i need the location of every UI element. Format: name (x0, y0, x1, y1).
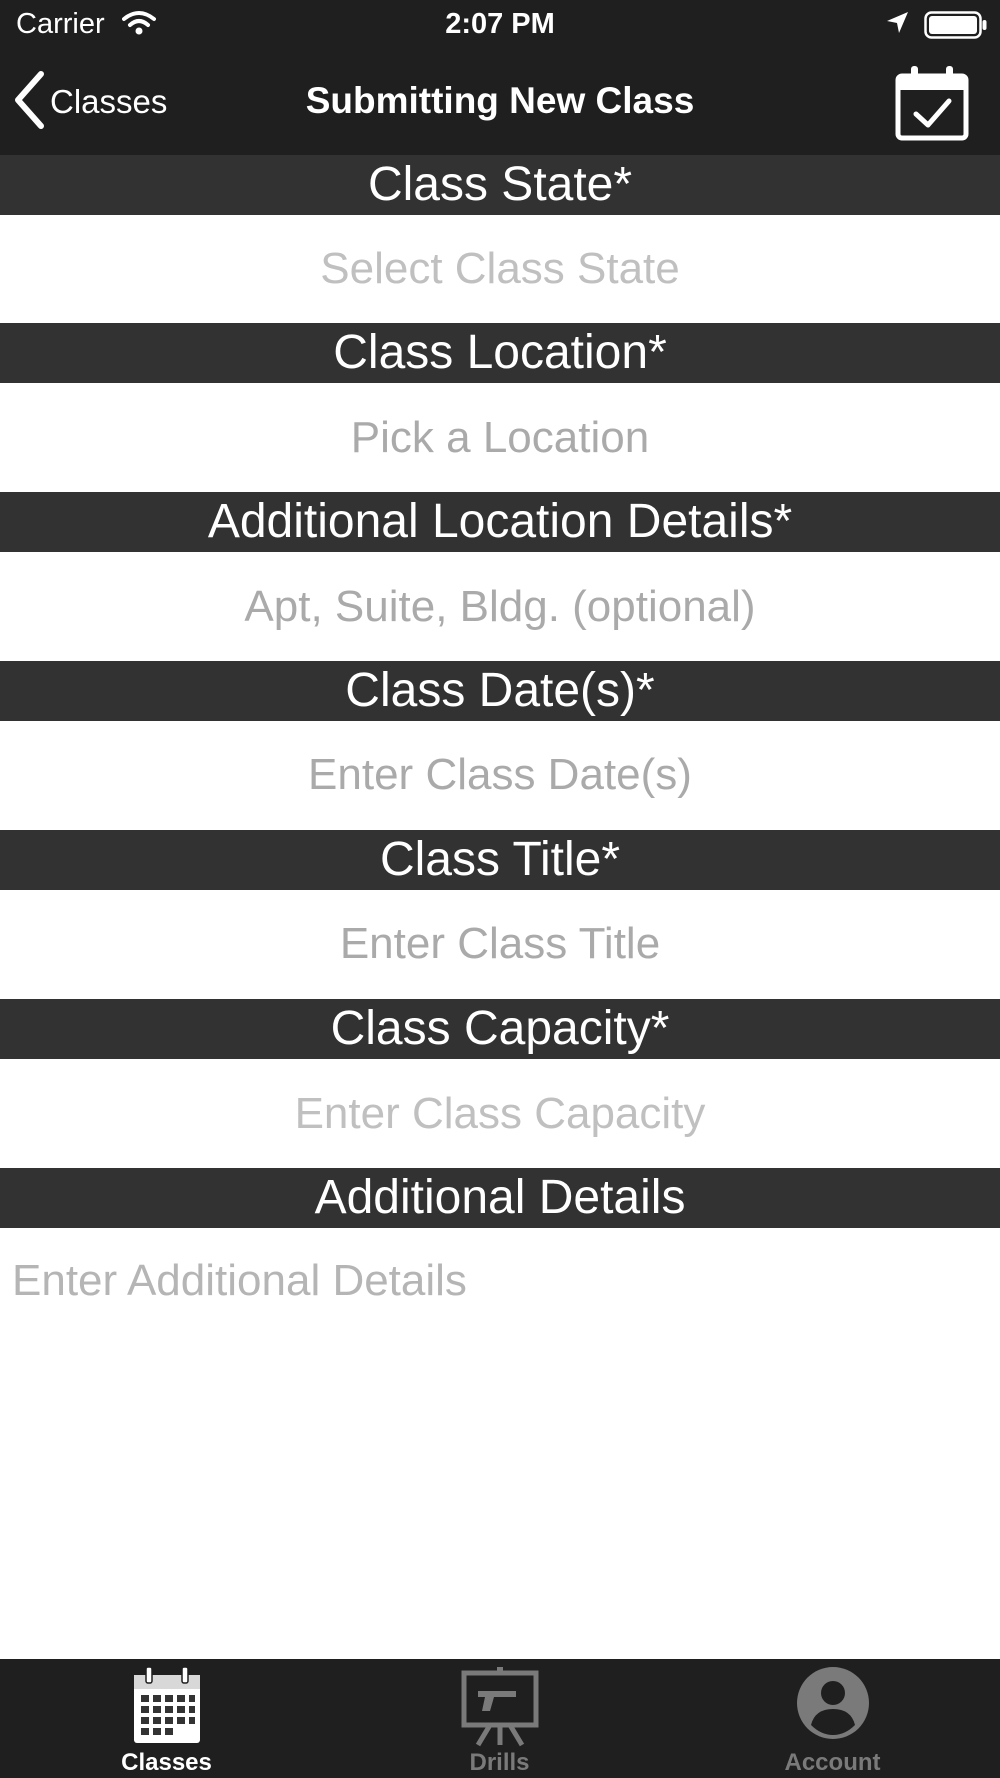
additional-details-textarea[interactable]: Enter Additional Details (0, 1229, 1000, 1659)
class-location-picker[interactable]: Pick a Location (0, 384, 1000, 492)
additional-details-header: Additional Details (0, 1168, 1000, 1228)
location-arrow-icon (884, 10, 910, 41)
class-capacity-header: Class Capacity* (0, 999, 1000, 1059)
class-dates-header: Class Date(s)* (0, 661, 1000, 721)
status-bar: Carrier 2:07 PM (0, 0, 1000, 50)
tab-classes[interactable]: Classes (0, 1659, 333, 1778)
class-dates-input[interactable]: Enter Class Date(s) (0, 721, 1000, 829)
class-title-input[interactable]: Enter Class Title (0, 890, 1000, 998)
tab-account-label: Account (784, 1749, 881, 1776)
tab-drills-label: Drills (469, 1749, 530, 1776)
tab-bar: Classes Drills Account (0, 1659, 1000, 1778)
page-title: Submitting New Class (305, 80, 695, 121)
additional-location-header: Additional Location Details* (0, 492, 1000, 552)
tab-drills[interactable]: Drills (333, 1659, 666, 1778)
target-easel-icon (333, 1665, 666, 1747)
navigation-bar: Classes Submitting New Class (0, 50, 1000, 155)
class-capacity-input[interactable]: Enter Class Capacity (0, 1060, 1000, 1168)
battery-icon (924, 11, 988, 44)
class-title-header: Class Title* (0, 830, 1000, 890)
account-icon (666, 1665, 999, 1743)
calendar-grid-icon (0, 1665, 333, 1745)
additional-location-input[interactable]: Apt, Suite, Bldg. (optional) (0, 553, 1000, 661)
calendar-check-icon[interactable] (894, 62, 970, 147)
class-state-select[interactable]: Select Class State (0, 215, 1000, 323)
tab-account[interactable]: Account (666, 1659, 999, 1778)
class-state-header: Class State* (0, 155, 1000, 215)
tab-classes-label: Classes (121, 1749, 212, 1776)
status-time: 2:07 PM (445, 8, 555, 40)
class-location-header: Class Location* (0, 323, 1000, 383)
